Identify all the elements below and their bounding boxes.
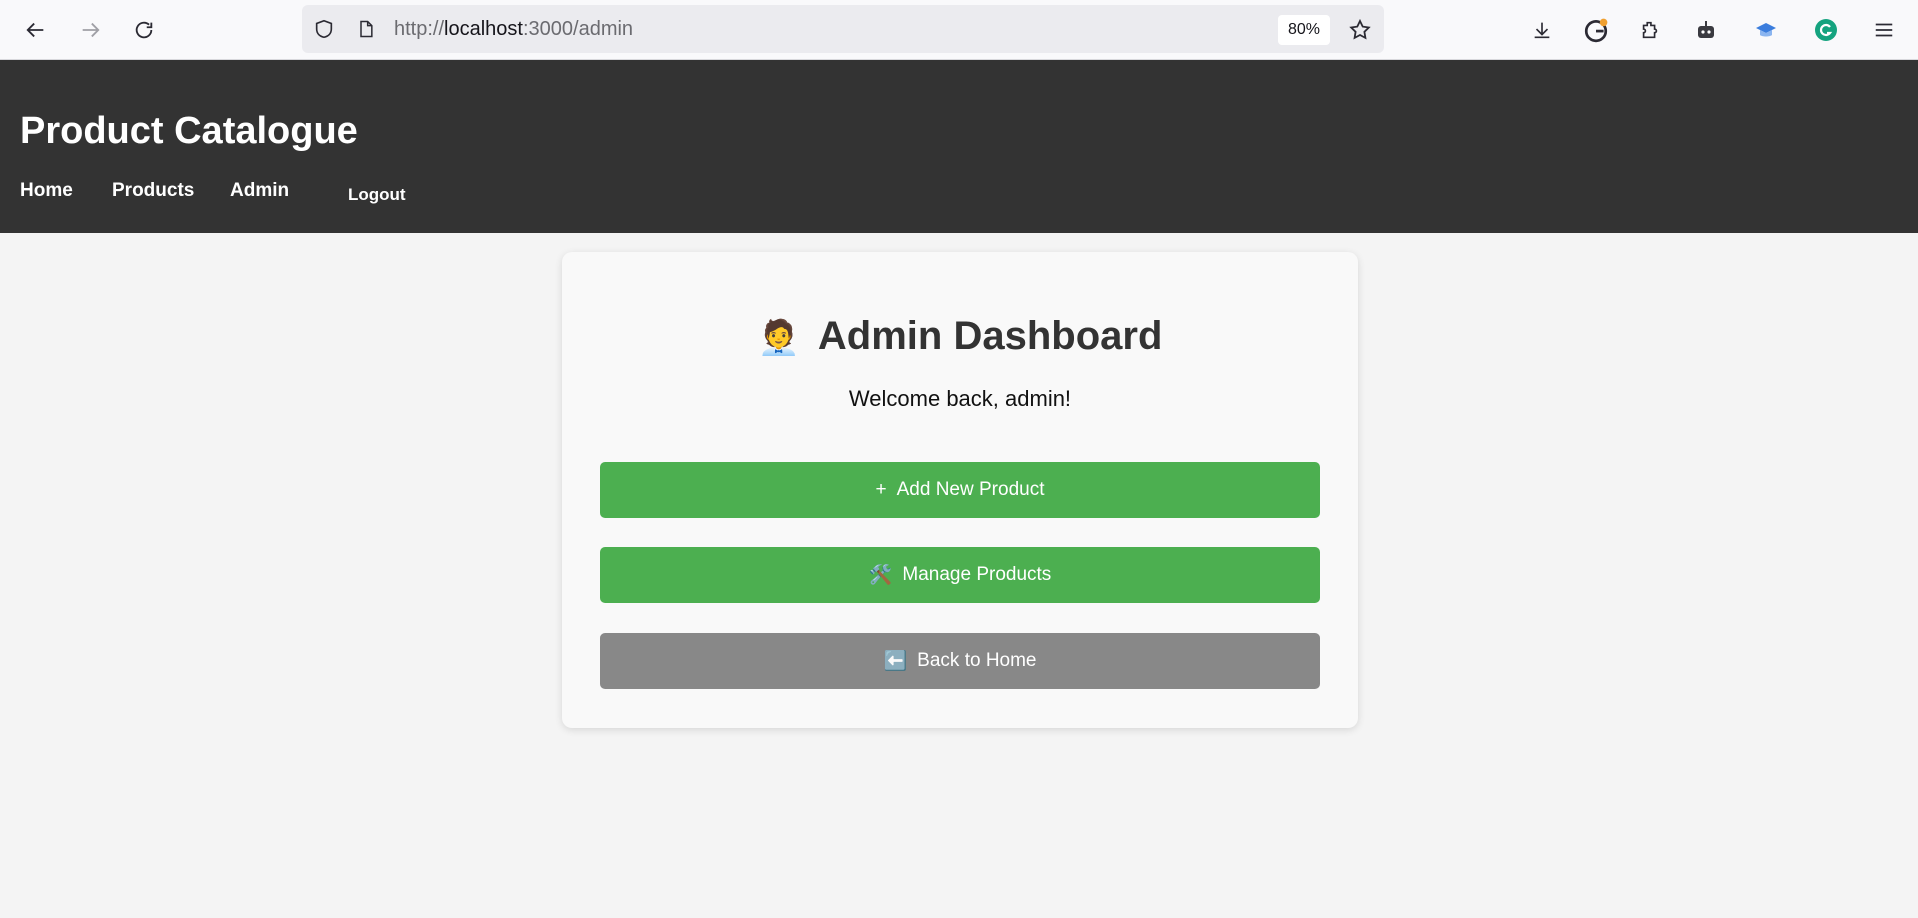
grammarly-icon[interactable]: [1808, 12, 1844, 48]
tools-icon: 🛠️: [868, 565, 893, 586]
page-title-text: Admin Dashboard: [817, 314, 1163, 358]
left-arrow-icon: ⬅️: [883, 651, 908, 672]
bookmark-star-icon[interactable]: [1346, 16, 1374, 44]
back-arrow-icon[interactable]: [18, 12, 54, 48]
logout-button[interactable]: Logout: [348, 185, 406, 205]
shield-icon[interactable]: [312, 17, 336, 41]
page-icon: [354, 17, 378, 41]
nav-home-link[interactable]: Home: [20, 180, 73, 202]
manage-products-button[interactable]: 🛠️ Manage Products: [600, 547, 1320, 603]
site-header: Product Catalogue Home Products Admin Lo…: [0, 60, 1918, 233]
site-title: Product Catalogue: [20, 110, 358, 152]
robot-extension-icon[interactable]: [1688, 12, 1724, 48]
back-to-home-button[interactable]: ⬅️ Back to Home: [600, 633, 1320, 689]
zoom-level-badge[interactable]: 80%: [1278, 15, 1330, 45]
nav-admin-link[interactable]: Admin: [230, 180, 289, 202]
forward-arrow-icon[interactable]: [72, 12, 108, 48]
add-new-product-button[interactable]: + Add New Product: [600, 462, 1320, 518]
graduation-cap-icon[interactable]: [1748, 12, 1784, 48]
manage-products-label: Manage Products: [902, 564, 1052, 585]
nav-products-link[interactable]: Products: [112, 180, 194, 202]
url-text[interactable]: http://localhost:3000/admin: [394, 18, 633, 41]
browser-toolbar: http://localhost:3000/admin 80%: [0, 0, 1918, 60]
address-bar[interactable]: http://localhost:3000/admin 80%: [302, 5, 1384, 53]
url-host: localhost: [444, 18, 523, 40]
account-extension-icon[interactable]: [1578, 12, 1614, 48]
add-new-product-label: Add New Product: [896, 479, 1045, 500]
plus-icon: +: [875, 479, 887, 500]
reload-icon[interactable]: [126, 12, 162, 48]
admin-dashboard-card: 🧑‍💼 Admin Dashboard Welcome back, admin! …: [562, 252, 1358, 728]
extensions-puzzle-icon[interactable]: [1632, 12, 1668, 48]
menu-hamburger-icon[interactable]: [1866, 12, 1902, 48]
page-title: 🧑‍💼 Admin Dashboard: [562, 314, 1358, 359]
welcome-message: Welcome back, admin!: [848, 386, 1072, 411]
back-to-home-label: Back to Home: [917, 650, 1037, 671]
url-path: :3000/admin: [522, 18, 634, 40]
download-icon[interactable]: [1524, 12, 1560, 48]
businessperson-icon: 🧑‍💼: [757, 319, 800, 357]
url-scheme: http://: [394, 18, 445, 40]
